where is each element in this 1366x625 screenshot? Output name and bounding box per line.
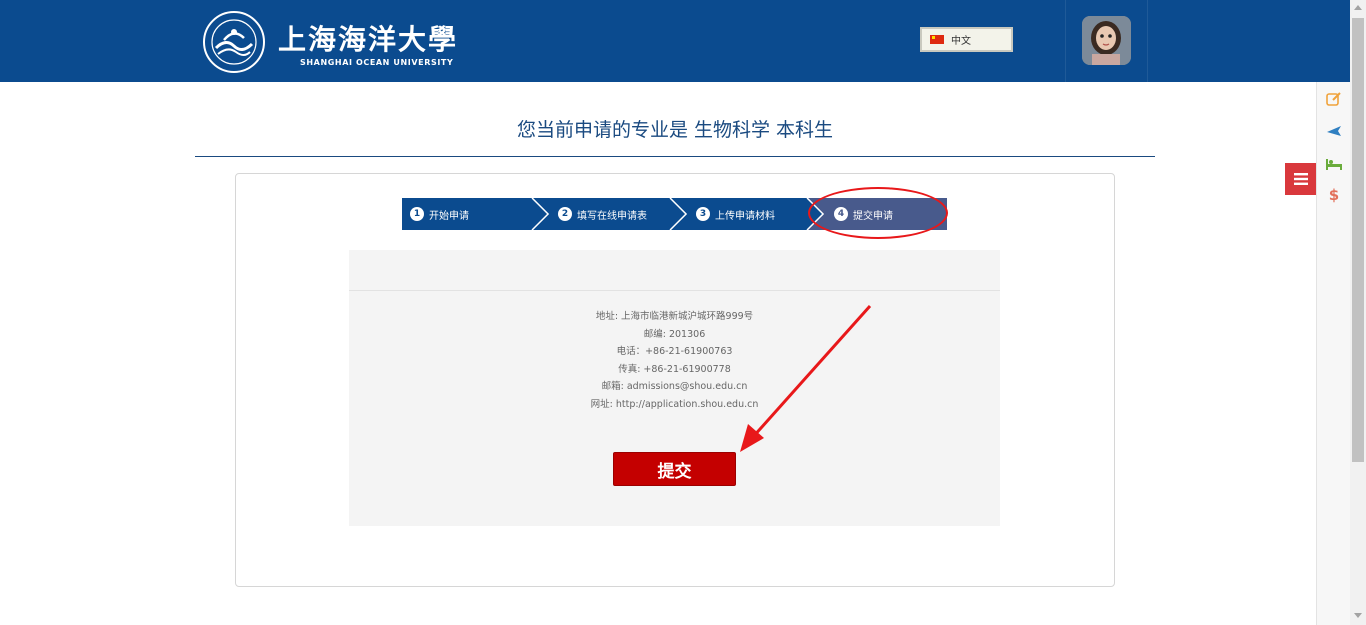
university-name-en: SHANGHAI OCEAN UNIVERSITY [300,58,454,67]
progress-steps: 1 开始申请 2 填写在线申请表 3 上传申请材料 4 提交申请 [402,198,947,230]
hamburger-menu-icon[interactable] [1285,163,1316,195]
contact-website: 网址: http://application.shou.edu.cn [590,398,759,410]
university-name-cn: 上海海洋大學 [278,23,459,56]
step-3[interactable]: 3 上传申请材料 [696,198,775,230]
title-divider [195,156,1155,157]
plane-icon[interactable] [1325,122,1343,140]
step-number: 2 [558,207,572,221]
step-2[interactable]: 2 填写在线申请表 [558,198,647,230]
dollar-icon[interactable]: $ [1325,186,1343,204]
step-4[interactable]: 4 提交申请 [834,198,893,230]
step-number: 4 [834,207,848,221]
panel-divider [349,290,1000,291]
page-title: 您当前申请的专业是 生物科学 本科生 [516,119,834,141]
contact-address: 地址: 上海市临港新城沪城环路999号 [595,311,754,322]
university-seal-icon [203,11,265,73]
edit-icon[interactable] [1325,90,1343,108]
contact-info: 地址: 上海市临港新城沪城环路999号 邮编: 201306 电话：+86-21… [349,308,1000,413]
user-avatar[interactable] [1082,16,1131,65]
language-label: 中文 [951,36,971,47]
scroll-down-arrow-icon[interactable] [1354,613,1362,618]
step-number: 3 [696,207,710,221]
site-header: 上海海洋大學 SHANGHAI OCEAN UNIVERSITY 中文 [0,0,1350,82]
contact-phone: 电话：+86-21-61900763 [616,346,733,357]
step-label: 上传申请材料 [715,210,775,222]
step-label: 填写在线申请表 [577,210,647,222]
avatar-image [1082,16,1131,65]
step-1[interactable]: 1 开始申请 [410,198,469,230]
scroll-thumb[interactable] [1352,18,1364,462]
step-label: 提交申请 [853,210,893,222]
university-logo[interactable]: 上海海洋大學 SHANGHAI OCEAN UNIVERSITY [200,8,470,74]
header-divider [1065,0,1066,82]
contact-postcode: 邮编: 201306 [643,328,706,340]
step-number: 1 [410,207,424,221]
china-flag-icon [930,35,944,44]
submit-button[interactable]: 提交 [613,452,736,486]
page-scrollbar[interactable] [1350,0,1366,625]
side-dock: $ [1316,82,1350,625]
language-selector[interactable]: 中文 [920,27,1013,52]
contact-fax: 传真: +86-21-61900778 [618,363,731,375]
bed-icon[interactable] [1325,155,1343,173]
scroll-up-arrow-icon[interactable] [1354,5,1362,10]
header-divider [1147,0,1148,82]
contact-email: 邮箱: admissions@shou.edu.cn [601,381,748,392]
step-label: 开始申请 [429,210,469,222]
